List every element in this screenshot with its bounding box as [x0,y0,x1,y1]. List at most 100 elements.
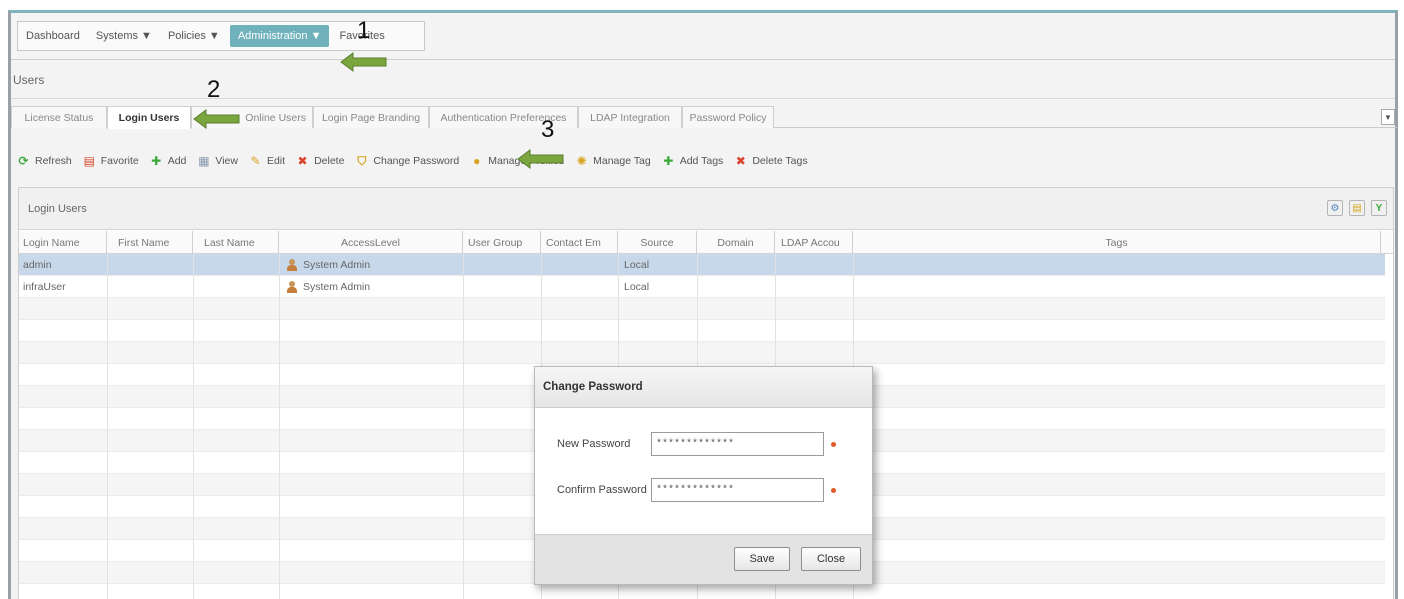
manage-tag-button[interactable]: ✺ Manage Tag [575,155,651,168]
table-row[interactable]: infraUser System Admin Local [19,276,1385,298]
empty-row [19,584,1385,599]
export-icon[interactable]: ▤ [1349,200,1365,216]
delete-icon: ✖ [297,154,308,168]
nav-dashboard[interactable]: Dashboard [18,22,88,50]
column-headers: Login Name First Name Last Name AccessLe… [19,231,1393,254]
delete-button[interactable]: ✖ Delete [296,154,345,168]
favorite-icon: ▤ [83,154,95,168]
grid-header: Login Users ⚙ ▤ Y [19,188,1393,230]
column-divider [463,254,464,599]
cell-login-name: infraUser [23,281,66,293]
edit-label: Edit [266,155,286,167]
tab-login-users[interactable]: Login Users [107,106,191,129]
column-domain[interactable]: Domain [697,231,775,254]
edit-button[interactable]: ✎ Edit [249,155,285,168]
tab-login-page-branding[interactable]: Login Page Branding [313,106,429,128]
tab-authentication-preferences[interactable]: Authentication Preferences [429,106,578,128]
edit-icon: ✎ [250,154,261,168]
cell-source: Local [624,281,650,293]
arrow-left-icon [517,149,564,169]
column-contact-email[interactable]: Contact Em [541,231,618,254]
refresh-icon: ⟳ [18,154,29,168]
view-icon: ▦ [198,154,210,168]
grid-title: Login Users [28,203,87,215]
add-icon: ✚ [151,154,162,168]
arrow-left-icon [193,109,240,129]
new-password-label: New Password [557,438,631,450]
user-icon [287,281,297,293]
dialog-title: Change Password [535,367,872,408]
user-icon [287,259,297,271]
view-button[interactable]: ▦ View [197,155,238,168]
refresh-button[interactable]: ⟳ Refresh [17,154,72,168]
column-tags[interactable]: Tags [853,231,1381,254]
settings-icon[interactable]: ⚙ [1327,200,1343,216]
tab-ldap-integration[interactable]: LDAP Integration [578,106,682,128]
manage-tag-label: Manage Tag [593,155,651,167]
toolbar: ⟳ Refresh ▤ Favorite ✚ Add ▦ View ✎ Edit ✖ Del… [17,151,819,171]
cell-access-level: System Admin [287,276,370,298]
tag-icon: ✺ [576,154,587,168]
add-tags-label: Add Tags [679,155,724,167]
page-title: Users [13,73,45,87]
confirm-password-field[interactable]: ************* [651,478,824,502]
favorite-label: Favorite [100,155,139,167]
favorite-button[interactable]: ▤ Favorite [83,155,139,168]
tab-overflow-menu-icon[interactable]: ▼ [1381,109,1395,125]
step-number-3: 3 [541,116,555,143]
column-source[interactable]: Source [618,231,697,254]
cell-access-level: System Admin [287,254,370,276]
access-level-text: System Admin [303,259,371,271]
nav-administration[interactable]: Administration ▼ [229,25,330,47]
column-first-name[interactable]: First Name [107,231,193,254]
dialog-footer: Save Close [535,534,872,584]
arrow-left-icon [340,52,387,72]
cell-source: Local [624,259,650,271]
shield-icon: ⛉ [357,154,367,168]
empty-row [19,342,1385,364]
empty-row [19,298,1385,320]
tab-license-status[interactable]: License Status [11,106,107,128]
save-button[interactable]: Save [734,547,790,571]
cell-login-name: admin [23,259,52,271]
close-button[interactable]: Close [801,547,861,571]
column-last-name[interactable]: Last Name [193,231,279,254]
new-password-field[interactable]: ************* [651,432,824,456]
profiles-icon: ● [473,154,481,168]
column-divider [107,254,108,599]
change-password-dialog: Change Password New Password ***********… [534,366,873,585]
tab-password-policy[interactable]: Password Policy [682,106,774,128]
empty-row [19,320,1385,342]
confirm-password-label: Confirm Password [557,484,647,496]
change-password-label: Change Password [373,155,460,167]
nav-systems[interactable]: Systems ▼ [88,22,160,50]
filter-icon[interactable]: Y [1371,200,1387,216]
column-login-name[interactable]: Login Name [19,231,107,254]
column-access-level[interactable]: AccessLevel [279,231,463,254]
add-tags-button[interactable]: ✚ Add Tags [662,154,724,168]
add-label: Add [167,155,187,167]
dialog-body: New Password ************* Confirm Passw… [535,408,872,536]
column-ldap-account[interactable]: LDAP Accou [775,231,853,254]
step-number-1: 1 [357,17,371,44]
column-divider [193,254,194,599]
refresh-label: Refresh [35,155,72,167]
required-marker [831,488,836,493]
column-divider [279,254,280,599]
delete-tags-label: Delete Tags [752,155,808,167]
view-label: View [215,155,238,167]
column-user-group[interactable]: User Group [463,231,541,254]
grid-tools: ⚙ ▤ Y [1321,200,1387,216]
delete-tags-icon: ✖ [735,154,746,168]
delete-label: Delete [314,155,345,167]
access-level-text: System Admin [303,281,371,293]
table-row[interactable]: admin System Admin Local [19,254,1385,276]
add-button[interactable]: ✚ Add [150,154,187,168]
nav-policies[interactable]: Policies ▼ [160,22,228,50]
top-navigation: Dashboard Systems ▼ Policies ▼ Administr… [11,13,1395,60]
step-number-2: 2 [207,76,221,103]
delete-tags-button[interactable]: ✖ Delete Tags [734,154,808,168]
change-password-button[interactable]: ⛉ Change Password [355,155,459,168]
add-tags-icon: ✚ [663,154,674,168]
required-marker [831,442,836,447]
